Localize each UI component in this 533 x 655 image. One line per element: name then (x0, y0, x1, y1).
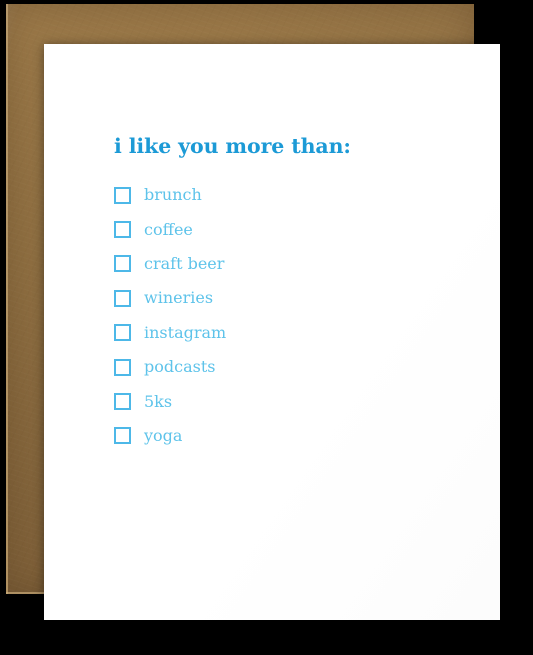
checklist-item-label: coffee (144, 219, 193, 239)
checkbox-icon[interactable] (114, 255, 131, 273)
greeting-card: i like you more than: brunch coffee craft … (44, 44, 500, 620)
checklist-item[interactable]: brunch (114, 178, 470, 212)
product-photo-scene: i like you more than: brunch coffee craft … (0, 0, 533, 655)
checklist-item-label: instagram (144, 322, 227, 342)
checklist-item-label: brunch (144, 185, 202, 205)
checkbox-icon[interactable] (114, 221, 131, 239)
card-face: i like you more than: brunch coffee craft … (44, 44, 500, 620)
checklist-item-label: 5ks (144, 391, 173, 411)
checkbox-icon[interactable] (114, 358, 131, 376)
checklist-item[interactable]: coffee (114, 212, 470, 246)
checklist-item[interactable]: craft beer (114, 247, 470, 281)
checklist-item[interactable]: yoga (114, 419, 470, 453)
checklist-item-label: podcasts (144, 357, 216, 377)
checkbox-icon[interactable] (114, 393, 131, 411)
checklist-item-label: craft beer (144, 253, 225, 273)
checklist-item[interactable]: wineries (114, 281, 470, 315)
checklist-item-label: wineries (144, 288, 214, 308)
checkbox-icon[interactable] (114, 427, 131, 445)
card-headline: i like you more than: (114, 134, 351, 158)
checkbox-icon[interactable] (114, 289, 131, 307)
checklist-item[interactable]: instagram (114, 316, 470, 350)
checklist-item[interactable]: 5ks (114, 384, 470, 418)
checkbox-icon[interactable] (114, 186, 131, 204)
card-content: i like you more than: brunch coffee craft … (114, 134, 470, 453)
checklist-item-label: yoga (144, 425, 183, 445)
checkbox-icon[interactable] (114, 324, 131, 342)
checklist-item[interactable]: podcasts (114, 350, 470, 384)
envelope-left-edge (6, 4, 8, 594)
checklist: brunch coffee craft beer wineries instagram p… (114, 178, 470, 453)
